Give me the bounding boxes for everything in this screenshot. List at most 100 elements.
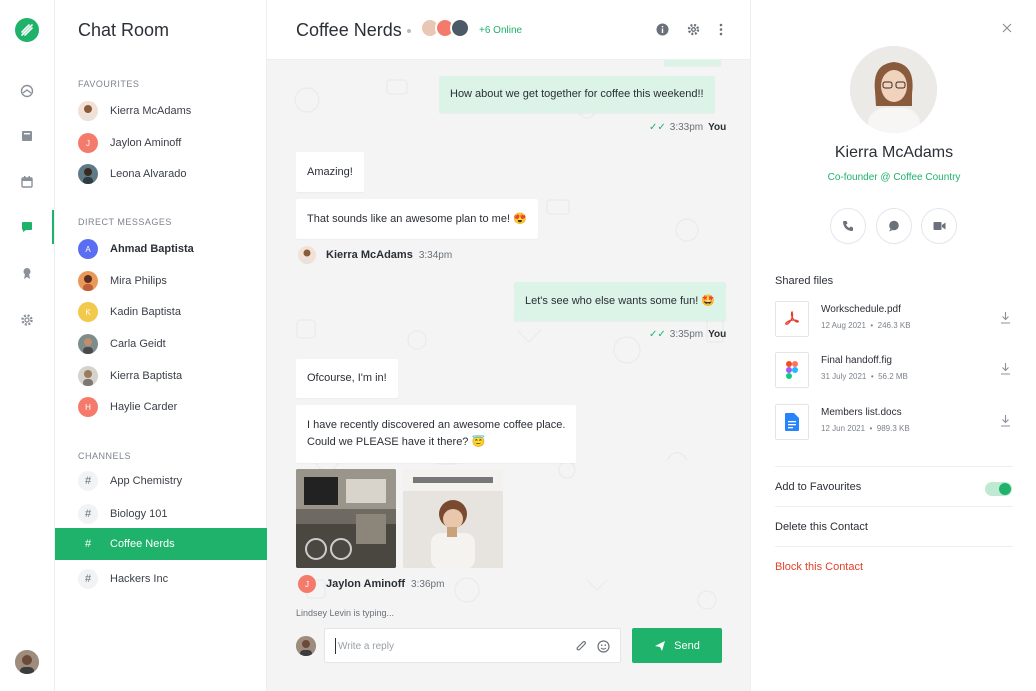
contact-item-haylie-carder[interactable]: H Haylie Carder	[55, 391, 267, 423]
contact-item-mira-philips[interactable]: Mira Philips	[55, 265, 267, 297]
contact-profile-panel: Kierra McAdams Co-founder @ Coffee Count…	[750, 0, 1036, 691]
section-channels-label: Channels	[78, 451, 132, 461]
book-icon[interactable]	[18, 127, 36, 145]
chat-list-panel: Chat Room Favourites Kierra McAdams J Ja…	[55, 0, 267, 691]
message-bubble-incoming[interactable]: Ofcourse, I'm in!	[296, 359, 398, 398]
download-icon[interactable]	[998, 360, 1012, 376]
channel-title: Coffee Nerds	[296, 20, 402, 40]
message-button[interactable]	[876, 208, 912, 244]
pdf-icon	[775, 301, 809, 337]
video-call-button[interactable]	[921, 208, 957, 244]
contact-name: Mira Philips	[110, 275, 167, 287]
contact-name: Kierra McAdams	[110, 105, 192, 117]
message-line: I have recently discovered an awesome co…	[307, 419, 566, 431]
message-bubble-incoming[interactable]: I have recently discovered an awesome co…	[296, 405, 577, 463]
avatar	[78, 164, 98, 184]
contact-item-carla-geidt[interactable]: Carla Geidt	[55, 328, 267, 360]
sender-name: Kierra McAdams	[326, 249, 413, 261]
member-avatar	[450, 18, 470, 38]
calendar-icon[interactable]	[18, 173, 36, 191]
file-item-final-handoff[interactable]: Final handoff.fig 31 July 2021 • 56.2 MB	[775, 352, 1015, 388]
message-bubble-outgoing[interactable]: How about we get together for coffee thi…	[439, 76, 715, 113]
doc-icon	[775, 404, 809, 440]
dashboard-icon[interactable]	[18, 82, 36, 100]
emoji-smile-icon[interactable]	[596, 639, 610, 653]
file-item-members-list[interactable]: Members list.docs 12 Jun 2021 • 989.3 KB	[775, 404, 1015, 440]
hash-icon: #	[78, 569, 98, 589]
message-author: You	[708, 329, 727, 340]
previous-message-edge	[664, 60, 721, 66]
avatar	[78, 271, 98, 291]
channel-item-coffee-nerds[interactable]: # Coffee Nerds	[55, 528, 267, 560]
favourites-toggle[interactable]	[985, 482, 1012, 496]
channel-name: App Chemistry	[110, 475, 183, 487]
delete-contact-button[interactable]: Delete this Contact	[775, 506, 1013, 546]
avatar	[78, 101, 98, 121]
shared-photo-coffee[interactable]	[403, 469, 503, 568]
message-meta: ✓✓ 3:35pm You	[649, 329, 726, 340]
contact-item-leona-alvarado[interactable]: Leona Alvarado	[55, 158, 267, 190]
shared-photo-cafe[interactable]	[296, 469, 396, 568]
file-name: Workschedule.pdf	[821, 304, 901, 315]
contact-name: Ahmad Baptista	[110, 243, 194, 255]
channel-item-app-chemistry[interactable]: # App Chemistry	[55, 465, 267, 497]
chat-header: Coffee Nerds +6 Online	[267, 0, 750, 60]
contact-item-kierra-mcadams[interactable]: Kierra McAdams	[55, 95, 267, 127]
hash-icon: #	[84, 538, 92, 550]
message-bubble-outgoing[interactable]: Let's see who else wants some fun! 🤩	[514, 282, 727, 321]
app-logo-icon[interactable]	[15, 18, 39, 42]
close-icon[interactable]	[999, 20, 1015, 36]
send-button[interactable]: Send	[632, 628, 722, 663]
award-icon[interactable]	[18, 264, 36, 282]
send-label: Send	[674, 639, 700, 652]
info-icon[interactable]	[654, 21, 670, 37]
message-composer	[324, 628, 621, 663]
message-author: You	[708, 122, 727, 133]
download-icon[interactable]	[998, 309, 1012, 325]
online-count[interactable]: +6 Online	[479, 25, 522, 36]
member-avatars[interactable]	[420, 18, 470, 38]
avatar: A	[78, 239, 98, 259]
contact-item-kierra-baptista[interactable]: Kierra Baptista	[55, 360, 267, 392]
settings-gear-icon[interactable]	[18, 311, 36, 329]
user-avatar[interactable]	[15, 650, 39, 674]
section-favourites-label: Favourites	[78, 79, 140, 89]
settings-gear-icon[interactable]	[685, 21, 701, 37]
contact-name: Leona Alvarado	[110, 168, 187, 180]
read-check-icon: ✓✓	[649, 329, 666, 340]
contact-item-kadin-baptista[interactable]: K Kadin Baptista	[55, 296, 267, 328]
reply-input[interactable]	[335, 638, 555, 654]
more-vertical-icon[interactable]	[713, 21, 729, 37]
call-button[interactable]	[830, 208, 866, 244]
message-time: 3:36pm	[411, 578, 445, 590]
chat-bubble-icon	[889, 220, 899, 232]
download-icon[interactable]	[998, 412, 1012, 428]
channel-item-biology-101[interactable]: # Biology 101	[55, 498, 267, 530]
message-sender: Kierra McAdams 3:34pm	[298, 246, 452, 264]
message-bubble-incoming[interactable]: Amazing!	[296, 152, 364, 192]
panel-title: Chat Room	[78, 20, 170, 40]
message-time: 3:33pm	[669, 122, 704, 133]
contact-name: Kadin Baptista	[110, 306, 181, 318]
file-meta: 12 Aug 2021 • 246.3 KB	[821, 321, 911, 330]
phone-icon	[843, 221, 853, 231]
file-name: Final handoff.fig	[821, 355, 892, 366]
sender-avatar	[298, 246, 316, 264]
toggle-knob	[999, 483, 1011, 495]
contact-name: Jaylon Aminoff	[110, 137, 182, 149]
profile-role[interactable]: Co-founder @ Coffee Country	[751, 172, 1036, 183]
contact-item-ahmad-baptista[interactable]: A Ahmad Baptista	[55, 233, 267, 265]
contact-item-jaylon-aminoff[interactable]: J Jaylon Aminoff	[55, 127, 267, 159]
message-bubble-incoming[interactable]: That sounds like an awesome plan to me! …	[296, 199, 538, 239]
figma-icon	[775, 352, 809, 388]
attachment-paperclip-icon[interactable]	[574, 639, 588, 653]
user-avatar	[296, 636, 316, 656]
file-meta: 31 July 2021 • 56.2 MB	[821, 372, 908, 381]
message-sender: J Jaylon Aminoff 3:36pm	[298, 575, 444, 593]
message-time: 3:35pm	[669, 329, 704, 340]
profile-avatar	[850, 46, 937, 133]
chat-icon[interactable]	[18, 218, 36, 236]
block-contact-button[interactable]: Block this Contact	[775, 546, 1013, 586]
channel-item-hackers-inc[interactable]: # Hackers Inc	[55, 563, 267, 595]
file-item-workschedule[interactable]: Workschedule.pdf 12 Aug 2021 • 246.3 KB	[775, 301, 1015, 337]
